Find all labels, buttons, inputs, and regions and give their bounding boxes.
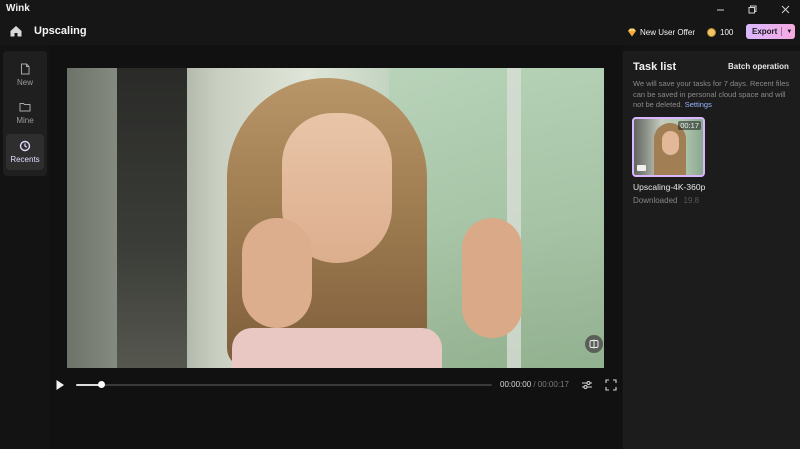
folder-icon: [19, 103, 31, 112]
coin-count: 100: [720, 27, 734, 37]
coin-icon: [707, 27, 716, 37]
export-button[interactable]: Export ▼: [746, 24, 795, 39]
nav-item-new[interactable]: New: [6, 57, 44, 93]
nav-item-mine[interactable]: Mine: [6, 95, 44, 131]
play-icon[interactable]: [55, 379, 65, 391]
retention-notice: We will save your tasks for 7 days. Rece…: [633, 79, 795, 111]
new-file-icon: [21, 63, 30, 75]
chevron-down-icon[interactable]: ▼: [786, 29, 792, 35]
left-nav: New Mine Recents: [3, 51, 47, 176]
nav-item-recents[interactable]: Recents: [6, 134, 44, 170]
coin-balance[interactable]: 100: [707, 26, 733, 38]
new-user-offer-label: New User Offer: [640, 27, 695, 37]
restore-icon[interactable]: [742, 1, 762, 17]
task-status-row: Downloaded 19.8: [633, 196, 699, 205]
task-panel: Task list Batch operation We will save y…: [623, 51, 800, 449]
adjust-icon[interactable]: [581, 379, 593, 391]
nav-item-new-label: New: [16, 78, 33, 87]
fullscreen-icon[interactable]: [605, 379, 617, 391]
task-name: Upscaling-4K-360p: [633, 182, 706, 192]
title-bar: Wink: [0, 0, 800, 18]
history-icon: [19, 140, 31, 152]
task-thumbnail[interactable]: 00:17: [632, 117, 705, 177]
header-bar: Upscaling New User Offer 100 Export ▼: [0, 18, 800, 45]
video-camera-icon: [637, 165, 646, 171]
page-title: Upscaling: [34, 25, 87, 37]
task-duration: 00:17: [678, 121, 701, 130]
current-time: 00:00:00: [500, 380, 532, 389]
task-size: 19.8: [683, 196, 700, 205]
export-divider: [781, 27, 783, 36]
close-icon[interactable]: [775, 1, 795, 17]
batch-operation-button[interactable]: Batch operation: [728, 62, 789, 71]
playback-track[interactable]: [76, 384, 492, 386]
compare-icon[interactable]: [585, 335, 603, 353]
nav-item-recents-label: Recents: [10, 155, 40, 164]
export-label: Export: [752, 27, 778, 36]
video-preview[interactable]: [67, 68, 604, 368]
home-icon[interactable]: [9, 24, 23, 38]
playback-scrubber[interactable]: [98, 381, 105, 388]
task-list-title: Task list: [633, 61, 677, 73]
app-name: Wink: [6, 3, 30, 14]
nav-item-mine-label: Mine: [16, 116, 34, 125]
total-time: 00:00:17: [537, 380, 569, 389]
new-user-offer-link[interactable]: New User Offer: [627, 26, 695, 38]
gift-icon: [628, 28, 636, 36]
time-separator: /: [531, 380, 538, 389]
minimize-icon[interactable]: [710, 1, 730, 17]
task-status: Downloaded: [633, 196, 678, 205]
settings-link[interactable]: Settings: [685, 100, 712, 109]
timecode: 00:00:00 / 00:00:17: [500, 380, 569, 389]
